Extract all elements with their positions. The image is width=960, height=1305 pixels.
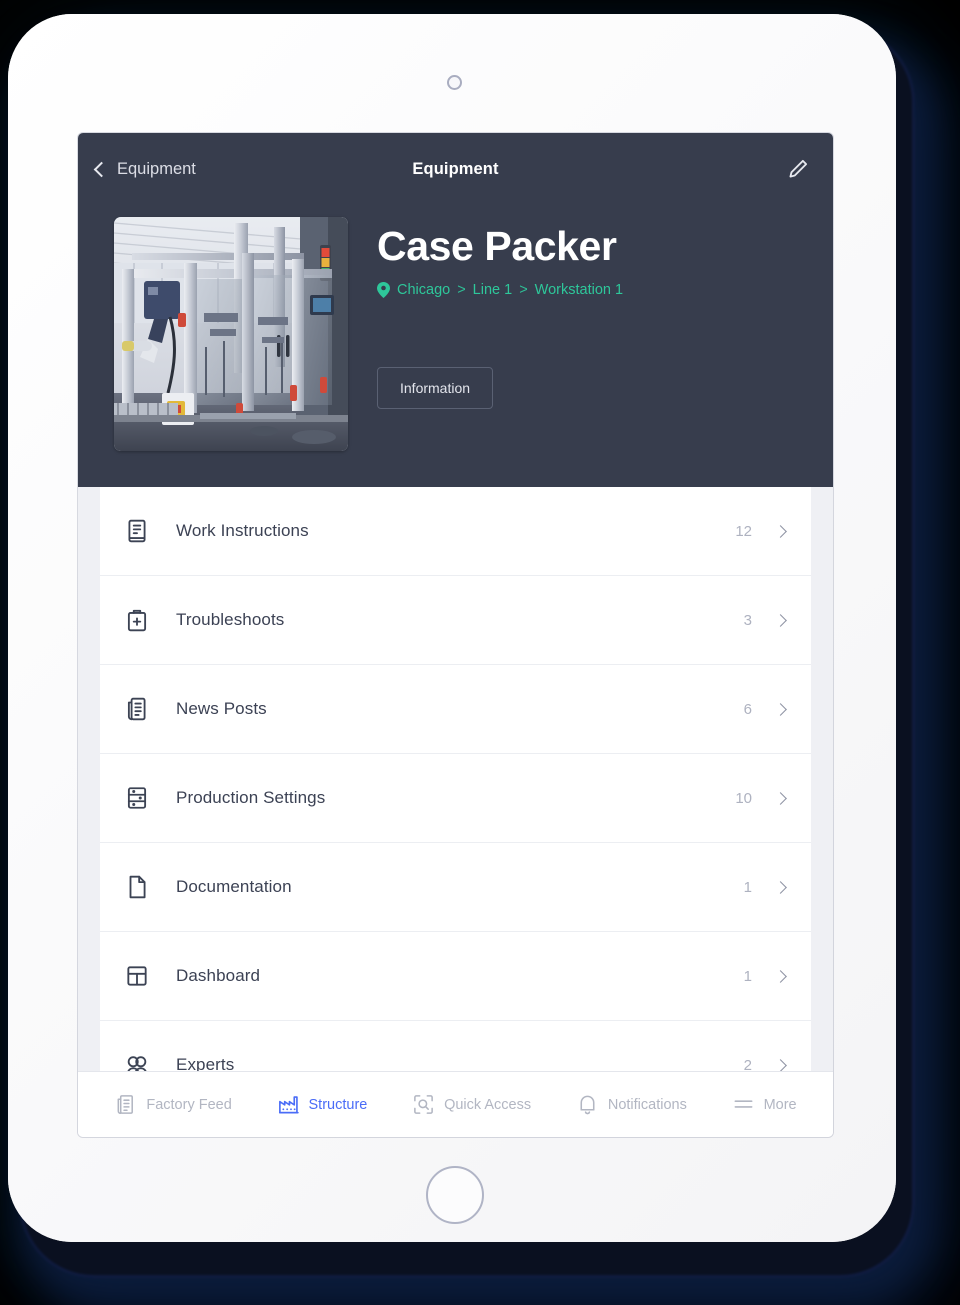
page-title: Equipment [412,159,499,178]
list-item-count: 1 [743,967,752,985]
breadcrumb-separator: > [457,282,466,299]
quick-access-scan-icon [412,1093,435,1116]
book-instructions-icon [124,518,150,544]
chevron-right-icon [774,791,787,805]
chevron-right-icon [774,969,787,983]
list-item-count: 12 [735,522,752,540]
newspaper-icon [124,696,150,722]
chevron-right-icon [774,1058,787,1072]
list-item[interactable]: News Posts 6 [100,665,811,754]
structure-factory-icon [277,1093,300,1116]
list-card: Work Instructions 12 Troubleshoots 3 New… [100,487,811,1137]
tab-factory-feed[interactable]: Factory Feed [114,1093,232,1116]
hamburger-more-icon [732,1093,755,1116]
page-root: Equipment Equipment Case Packer Chicago … [0,0,960,1305]
breadcrumb-item-site[interactable]: Chicago [397,282,450,298]
tab-label: Factory Feed [146,1096,232,1113]
tab-label: More [763,1096,797,1113]
bottom-tab-bar: Factory Feed Structure Quick Access Noti… [78,1071,833,1137]
chevron-right-icon [774,524,787,538]
list-item-count: 10 [735,789,752,807]
tab-notifications[interactable]: Notifications [576,1093,687,1116]
breadcrumb-item-workstation[interactable]: Workstation 1 [535,282,623,298]
tab-quick-access[interactable]: Quick Access [412,1093,531,1116]
list-item-label: Production Settings [176,788,326,807]
location-pin-icon [377,282,390,299]
list-item-label: Dashboard [176,966,261,985]
list-item[interactable]: Documentation 1 [100,843,811,932]
dashboard-grid-icon [124,963,150,989]
breadcrumb-item-line[interactable]: Line 1 [473,282,513,298]
information-button[interactable]: Information [377,367,494,410]
tab-structure[interactable]: Structure [277,1093,368,1116]
list-item[interactable]: Work Instructions 12 [100,487,811,576]
factory-feed-icon [114,1093,137,1116]
list-item-count: 6 [743,700,752,718]
list-item[interactable]: Dashboard 1 [100,932,811,1021]
tab-more[interactable]: More [732,1093,797,1116]
sliders-settings-icon [124,785,150,811]
chevron-right-icon [774,702,787,716]
chevron-right-icon [774,880,787,894]
list-item-count: 3 [743,611,752,629]
tab-label: Quick Access [444,1096,532,1113]
list-item[interactable]: Troubleshoots 3 [100,576,811,665]
list-item-label: News Posts [176,699,267,718]
list-item[interactable]: Production Settings 10 [100,754,811,843]
breadcrumb: Chicago > Line 1 > Workstation 1 [377,282,833,299]
breadcrumb-separator: > [519,282,528,299]
tab-label: Notifications [607,1096,687,1113]
pencil-icon[interactable] [785,156,811,182]
first-aid-kit-icon [124,607,150,633]
chevron-right-icon [774,613,787,627]
navbar: Equipment Equipment [78,133,833,205]
equipment-hero-header: Equipment Equipment Case Packer Chicago … [78,133,833,487]
hero-text-block: Case Packer Chicago > Line 1 > Workstati… [377,217,833,451]
document-page-icon [124,874,150,900]
equipment-name: Case Packer [377,223,617,269]
camera-dot-icon [447,75,462,90]
tab-label: Structure [308,1096,368,1113]
bell-notifications-icon [576,1093,599,1116]
hero-body: Case Packer Chicago > Line 1 > Workstati… [78,205,833,451]
content-list-area: Work Instructions 12 Troubleshoots 3 New… [78,487,833,1137]
tablet-device-frame: Equipment Equipment Case Packer Chicago … [8,14,896,1242]
list-item-label: Work Instructions [176,521,309,540]
list-item-count: 1 [743,878,752,896]
equipment-photo[interactable] [114,217,348,451]
app-screen: Equipment Equipment Case Packer Chicago … [78,133,833,1137]
list-item-label: Documentation [176,877,292,896]
home-button[interactable] [426,1166,484,1224]
list-item-label: Troubleshoots [176,610,285,629]
